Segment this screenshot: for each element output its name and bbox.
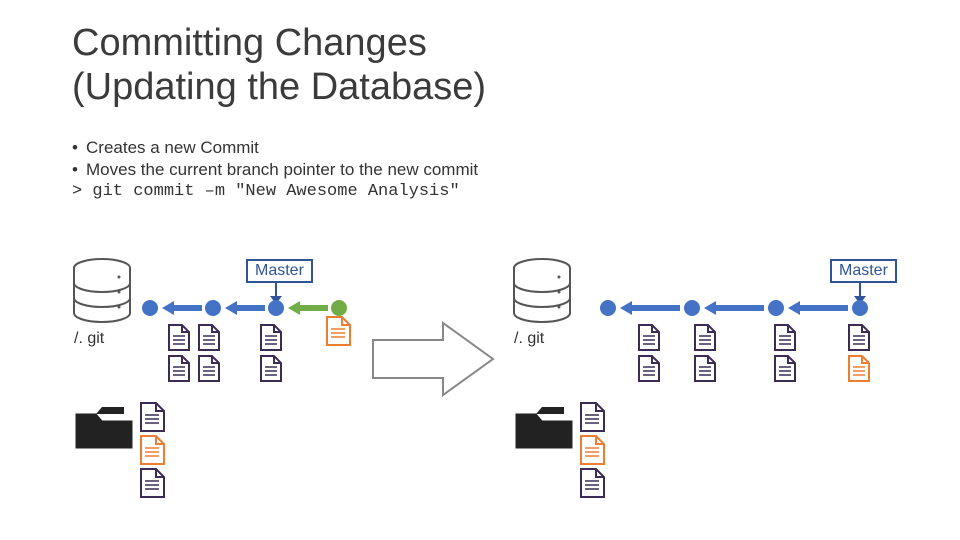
file-icon — [260, 324, 282, 356]
bullet-2: •Moves the current branch pointer to the… — [72, 160, 478, 180]
slide-title: Committing Changes (Updating the Databas… — [72, 22, 486, 109]
commit-node — [268, 300, 284, 316]
file-icon-modified — [848, 355, 870, 387]
file-icon — [848, 324, 870, 356]
master-pointer-right — [859, 283, 861, 296]
file-icon — [168, 324, 190, 356]
bullet-1-text: Creates a new Commit — [86, 138, 259, 157]
file-icon — [580, 402, 605, 437]
file-icon — [774, 355, 796, 387]
bullet-2-text: Moves the current branch pointer to the … — [86, 160, 478, 179]
title-line-1: Committing Changes — [72, 22, 427, 64]
file-icon — [694, 355, 716, 387]
big-arrow-icon — [370, 320, 500, 403]
database-icon — [72, 258, 132, 328]
folder-icon — [74, 404, 134, 455]
master-pointer-left — [275, 283, 277, 296]
file-icon — [140, 468, 165, 503]
file-icon — [140, 402, 165, 437]
bullet-1: •Creates a new Commit — [72, 138, 478, 158]
bullet-command: > git commit –m "New Awesome Analysis" — [72, 182, 478, 201]
file-icon — [774, 324, 796, 356]
file-icon — [694, 324, 716, 356]
folder-icon — [514, 404, 574, 455]
file-icon-modified — [580, 435, 605, 470]
title-line-2: (Updating the Database) — [72, 66, 486, 108]
file-icon — [198, 355, 220, 387]
gitdir-label-left: /. git — [74, 330, 104, 348]
file-icon — [580, 468, 605, 503]
commit-node-new — [331, 300, 347, 316]
master-label-right: Master — [830, 259, 897, 283]
file-icon-new — [326, 316, 351, 351]
file-icon — [260, 355, 282, 387]
file-icon-modified — [140, 435, 165, 470]
gitdir-label-right: /. git — [514, 330, 544, 348]
commit-node — [852, 300, 868, 316]
commit-node — [205, 300, 221, 316]
commit-node — [600, 300, 616, 316]
commit-node — [768, 300, 784, 316]
database-icon — [512, 258, 572, 328]
file-icon — [638, 324, 660, 356]
commit-node — [142, 300, 158, 316]
file-icon — [168, 355, 190, 387]
bullet-list: •Creates a new Commit •Moves the current… — [72, 136, 478, 203]
file-icon — [198, 324, 220, 356]
master-label-left: Master — [246, 259, 313, 283]
commit-node — [684, 300, 700, 316]
file-icon — [638, 355, 660, 387]
